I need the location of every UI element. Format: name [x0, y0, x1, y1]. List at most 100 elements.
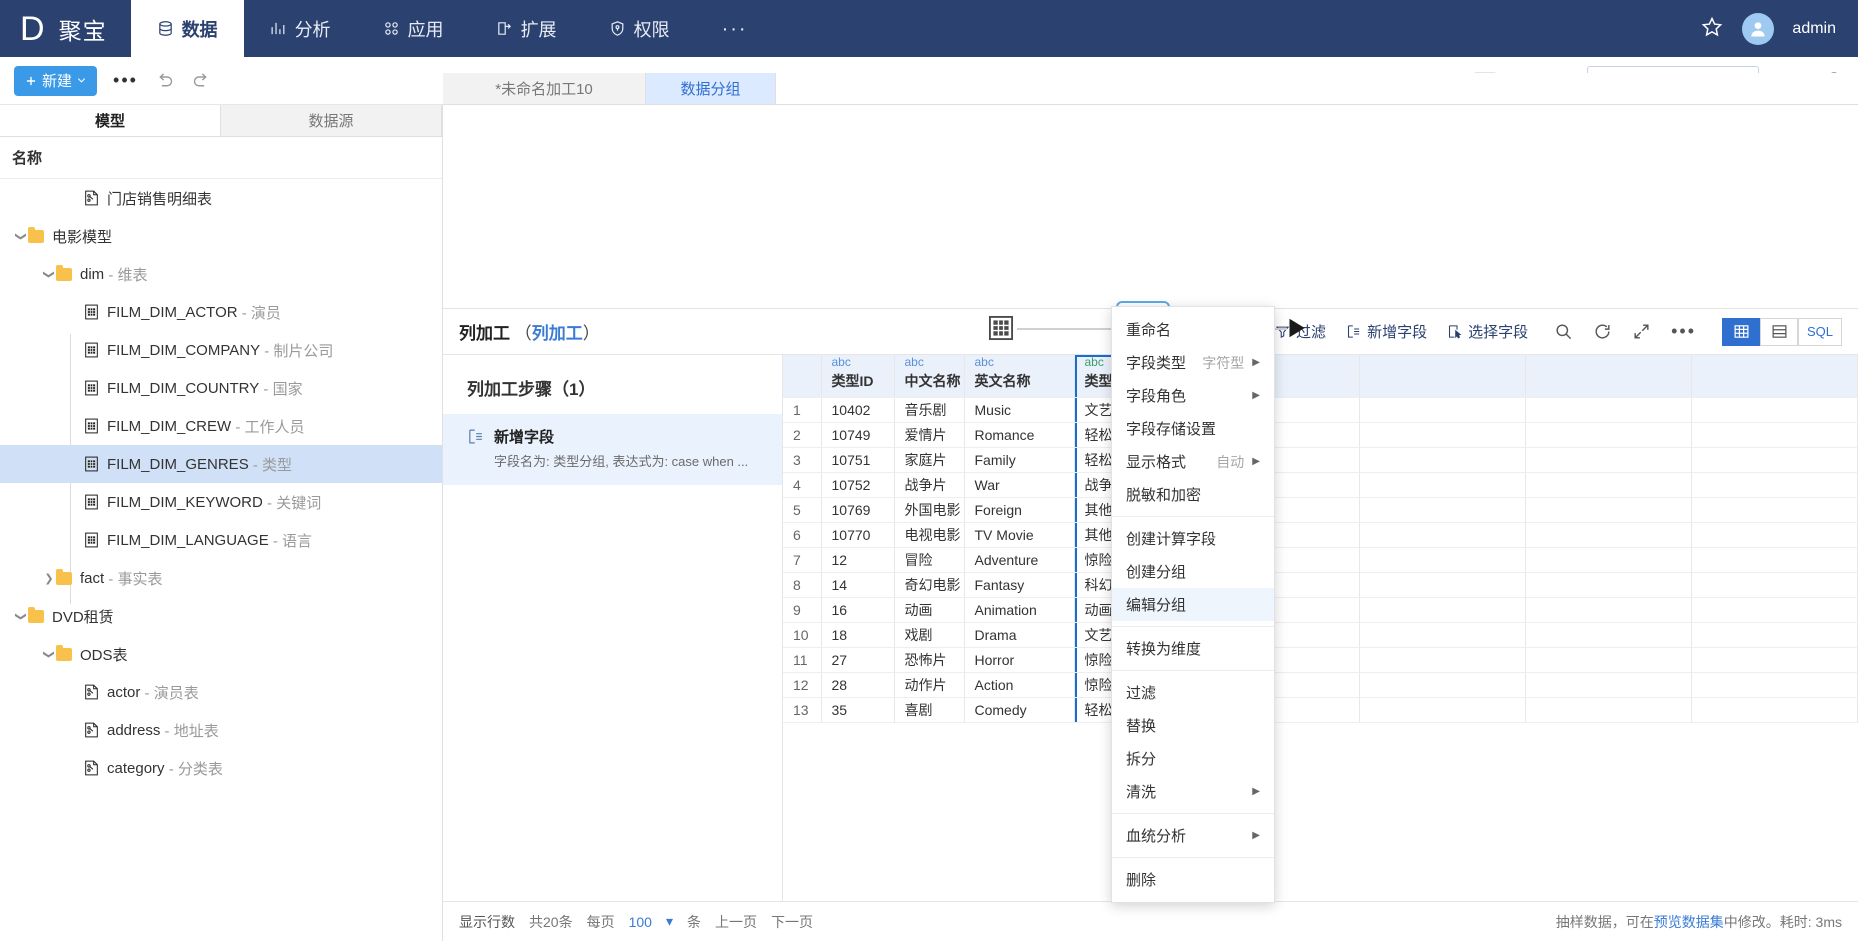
preview-dataset-link[interactable]: 预览数据集 [1654, 914, 1724, 930]
table-row[interactable]: 8 14 奇幻电影 Fantasy 科幻 [783, 572, 1858, 598]
field-context-menu[interactable]: 重命名 字段类型 字符型 ▶ 字段角色 ▶ 字段存储设置 显示格式 自动 ▶ 脱敏和加密创建计算字段… [1111, 306, 1275, 903]
table-row[interactable]: 11 27 恐怖片 Horror 惊险刺 [783, 647, 1858, 673]
new-button[interactable]: 新建 [14, 65, 98, 96]
menu-item[interactable]: 血统分析 ▶ [1112, 819, 1274, 852]
grid-view-icon[interactable] [1722, 317, 1760, 346]
tree-item[interactable]: FILM_DIM_CREW - 工作人员 [0, 407, 442, 445]
tree-item[interactable]: FILM_DIM_LANGUAGE - 语言 [0, 521, 442, 559]
table-cell: 35 [821, 697, 895, 723]
list-view-icon[interactable] [1760, 317, 1798, 346]
menu-item[interactable]: 字段类型 字符型 ▶ [1112, 346, 1274, 379]
tab-model[interactable]: 模型 [0, 105, 221, 136]
table-row[interactable]: 9 16 动画 Animation 动画 [783, 597, 1858, 623]
search-icon[interactable] [1554, 322, 1573, 341]
data-grid[interactable]: abc类型IDabc中文名称abc英文名称abc类型分组 110402音乐剧Mu… [783, 355, 1858, 901]
table-row[interactable]: 3 10751 家庭片 Family 轻松 [783, 447, 1858, 473]
column-header[interactable]: abc 类型ID [821, 355, 895, 398]
table-row[interactable]: 1 10402 音乐剧 Music 文艺 [783, 397, 1858, 423]
refresh-icon[interactable] [1593, 322, 1612, 341]
lower-more-dots-icon[interactable]: ••• [1671, 322, 1696, 340]
chevron-down-icon[interactable]: ❯ [15, 609, 28, 623]
tree-item[interactable]: ❯ dim - 维表 [0, 255, 442, 293]
table-cell: 10402 [821, 397, 895, 423]
table-row[interactable]: 7 12 冒险 Adventure 惊险刺 [783, 547, 1858, 573]
lower-breadcrumb[interactable]: 列加工 [532, 324, 583, 343]
nav-item-analysis[interactable]: 分析 [244, 0, 357, 57]
tree-item[interactable]: actor - 演员表 [0, 673, 442, 711]
table-cell-filler [1359, 597, 1527, 623]
menu-item[interactable]: 替换 [1112, 709, 1274, 742]
next-page-button[interactable]: 下一页 [771, 912, 813, 932]
menu-item[interactable]: 字段存储设置 [1112, 412, 1274, 445]
per-page-chevron-down-icon[interactable]: ▾ [666, 913, 673, 930]
menu-item[interactable]: 拆分 [1112, 742, 1274, 775]
tab-datasource[interactable]: 数据源 [221, 105, 442, 136]
tree-item[interactable]: 门店销售明细表 [0, 179, 442, 217]
nav-item-permission[interactable]: 权限 [583, 0, 696, 57]
toolbar-more-dots-icon[interactable]: ••• [113, 71, 138, 89]
chevron-down-icon[interactable]: ❯ [15, 229, 28, 243]
menu-item-label: 字段类型 [1126, 355, 1187, 372]
sql-view-button[interactable]: SQL [1798, 317, 1842, 346]
process-step-item[interactable]: 新增字段 字段名为: 类型分组, 表达式为: case when ... [443, 414, 782, 486]
tree-item[interactable]: ❯ DVD租赁 [0, 597, 442, 635]
redo-icon[interactable] [191, 70, 212, 91]
column-header[interactable]: abc 中文名称 [894, 355, 965, 398]
per-page-value[interactable]: 100 [629, 914, 652, 930]
nav-item-more[interactable]: ··· [696, 0, 774, 57]
tree-item[interactable]: ❯ 电影模型 [0, 217, 442, 255]
table-row[interactable]: 6 10770 电视电影 TV Movie 其他 [783, 522, 1858, 548]
row-number: 6 [783, 522, 822, 548]
menu-item[interactable]: 过滤 [1112, 676, 1274, 709]
nav-item-data[interactable]: 数据 [130, 0, 244, 57]
tree-item[interactable]: FILM_DIM_ACTOR - 演员 [0, 293, 442, 331]
table-row[interactable]: 4 10752 战争片 War 战争诡 [783, 472, 1858, 498]
table-cell: 恐怖片 [894, 647, 965, 673]
nav-item-extension[interactable]: 扩展 [470, 0, 583, 57]
tree-item[interactable]: FILM_DIM_GENRES - 类型 [0, 445, 442, 483]
row-number: 4 [783, 472, 822, 498]
nav-item-label: 数据 [181, 19, 218, 40]
tree-item[interactable]: address - 地址表 [0, 711, 442, 749]
model-canvas[interactable]: FILM_DIM_GEN... 列加工 [443, 105, 1858, 383]
tree-item[interactable]: category - 分类表 [0, 749, 442, 787]
tree-item[interactable]: FILM_DIM_KEYWORD - 关键词 [0, 483, 442, 521]
doc-tab-data-grouping[interactable]: 数据分组 [646, 73, 776, 104]
nav-item-apps[interactable]: 应用 [357, 0, 470, 57]
menu-item[interactable]: 创建分组 [1112, 555, 1274, 588]
column-header[interactable]: abc 英文名称 [964, 355, 1075, 398]
undo-icon[interactable] [154, 70, 175, 91]
menu-item[interactable]: 字段角色 ▶ [1112, 379, 1274, 412]
table-row[interactable]: 10 18 戏剧 Drama 文艺 [783, 622, 1858, 648]
menu-item[interactable]: 创建计算字段 [1112, 522, 1274, 555]
menu-item[interactable]: 显示格式 自动 ▶ [1112, 445, 1274, 478]
star-icon[interactable] [1700, 15, 1724, 43]
select-field-button[interactable]: 选择字段 [1447, 321, 1528, 342]
model-tree[interactable]: 门店销售备注子表门店销售明细表❯电影模型❯dim - 维表FILM_DIM_AC… [0, 179, 442, 941]
tree-item[interactable]: ❯ fact - 事实表 [0, 559, 442, 597]
menu-item[interactable]: 转换为维度 [1112, 632, 1274, 665]
table-row[interactable]: 13 35 喜剧 Comedy 轻松 [783, 697, 1858, 723]
add-field-button[interactable]: 新增字段 [1346, 321, 1427, 342]
tree-item[interactable]: ❯ ODS表 [0, 635, 442, 673]
menu-item[interactable]: 删除 [1112, 863, 1274, 896]
tree-item[interactable]: FILM_DIM_COUNTRY - 国家 [0, 369, 442, 407]
table-row[interactable]: 2 10749 爱情片 Romance 轻松 [783, 422, 1858, 448]
menu-item[interactable]: 重命名 [1112, 313, 1274, 346]
menu-item[interactable]: 脱敏和加密 [1112, 478, 1274, 511]
expand-icon[interactable] [1632, 322, 1651, 341]
table-cell-filler [1691, 447, 1858, 473]
chevron-right-icon[interactable]: ❯ [42, 572, 56, 585]
tree-item[interactable]: FILM_DIM_COMPANY - 制片公司 [0, 331, 442, 369]
table-row[interactable]: 5 10769 外国电影 Foreign 其他 [783, 497, 1858, 523]
table-row[interactable]: 12 28 动作片 Action 惊险刺 [783, 672, 1858, 698]
chevron-down-icon[interactable]: ❯ [43, 647, 56, 661]
doc-tab-untitled[interactable]: *未命名加工10 [443, 73, 646, 104]
show-rows-label[interactable]: 显示行数 [459, 912, 515, 932]
menu-item[interactable]: 编辑分组 [1112, 588, 1274, 621]
avatar[interactable] [1742, 12, 1775, 45]
chevron-down-icon[interactable]: ❯ [43, 267, 56, 281]
table-icon [84, 418, 99, 434]
menu-item[interactable]: 清洗 ▶ [1112, 775, 1274, 808]
prev-page-button[interactable]: 上一页 [715, 912, 757, 932]
